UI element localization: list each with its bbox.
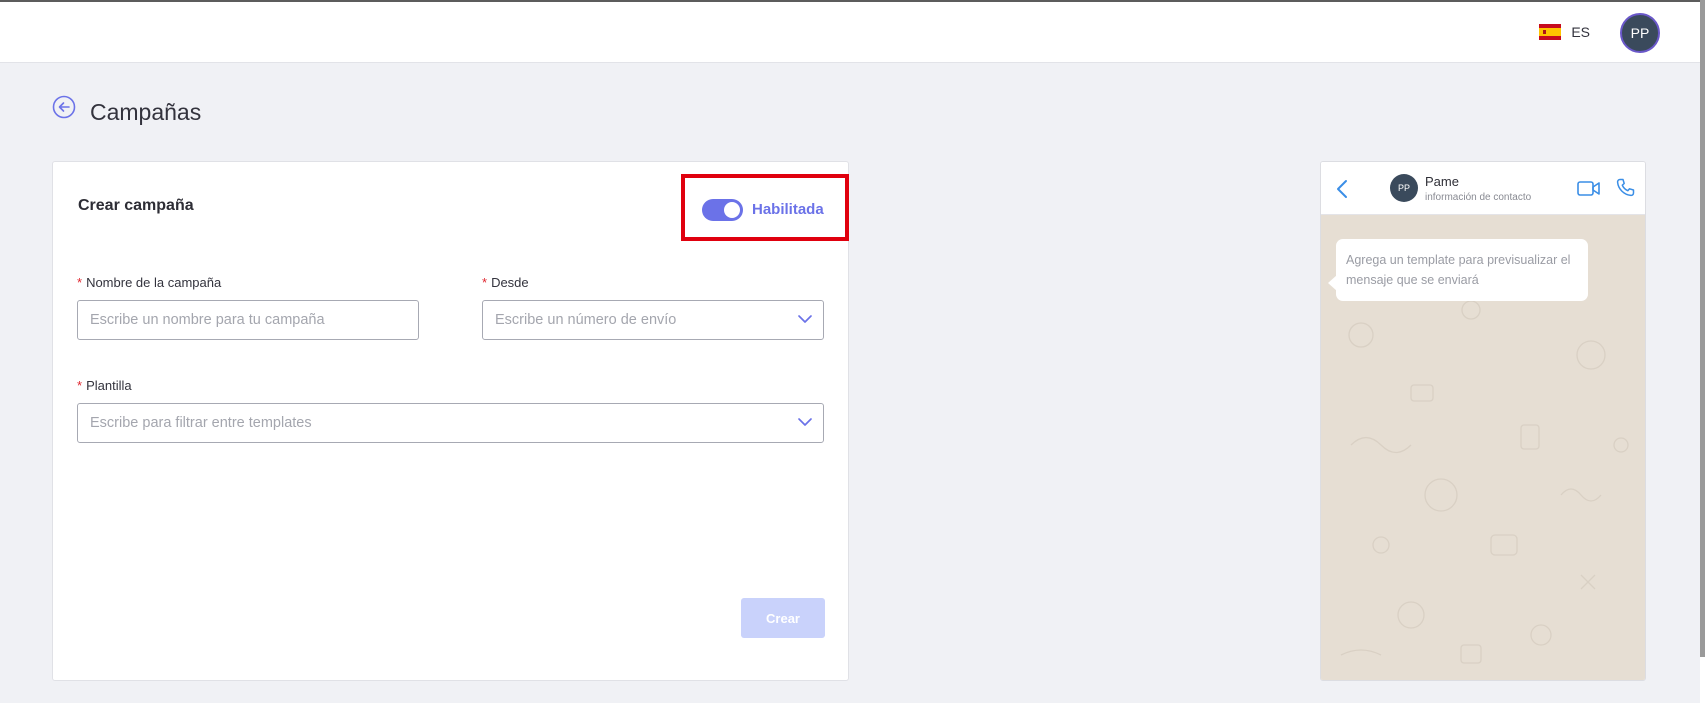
from-select[interactable] [482,300,824,340]
chevron-down-icon[interactable] [797,416,813,428]
page-header: Campañas [52,95,202,126]
preview-header: PP Pame información de contacto [1321,162,1645,215]
page-title: Campañas [90,99,202,125]
page-scrollbar[interactable] [1700,0,1705,703]
from-label: * Desde [482,275,529,290]
chevron-down-icon[interactable] [797,313,813,325]
top-bar: ES PP [0,0,1700,63]
toggle-label: Habilitada [752,201,824,218]
required-mark: * [482,275,488,290]
language-selector[interactable]: ES [1539,24,1590,40]
create-campaign-card: Crear campaña Habilitada * Nombre de la c… [52,161,849,681]
chevron-left-icon[interactable] [1335,178,1349,200]
template-label: * Plantilla [77,378,132,393]
card-title: Crear campaña [78,197,194,214]
contact-avatar: PP [1390,174,1418,202]
phone-icon[interactable] [1616,178,1635,197]
user-avatar[interactable]: PP [1620,13,1660,53]
scrollbar-thumb[interactable] [1700,0,1705,657]
contact-subtitle: información de contacto [1425,192,1532,203]
chat-background: Agrega un template para previsualizar el… [1321,215,1645,680]
template-input[interactable] [90,404,823,442]
preview-message-bubble: Agrega un template para previsualizar el… [1328,239,1588,301]
campaign-name-field[interactable] [77,300,419,340]
create-button[interactable]: Crear [741,598,825,638]
whatsapp-preview: PP Pame información de contacto Agrega u… [1320,161,1646,681]
required-mark: * [77,378,83,393]
spain-flag-icon [1539,24,1562,40]
video-camera-icon[interactable] [1577,180,1601,197]
campaign-name-input[interactable] [90,301,418,339]
campaign-name-label: * Nombre de la campaña [77,275,222,290]
required-mark: * [77,275,83,290]
back-arrow-icon[interactable] [52,95,76,119]
toggle-knob [724,202,740,218]
from-input[interactable] [495,301,823,339]
template-select[interactable] [77,403,824,443]
contact-name: Pame [1425,174,1459,189]
enabled-toggle[interactable] [702,199,743,221]
language-code: ES [1571,24,1590,40]
